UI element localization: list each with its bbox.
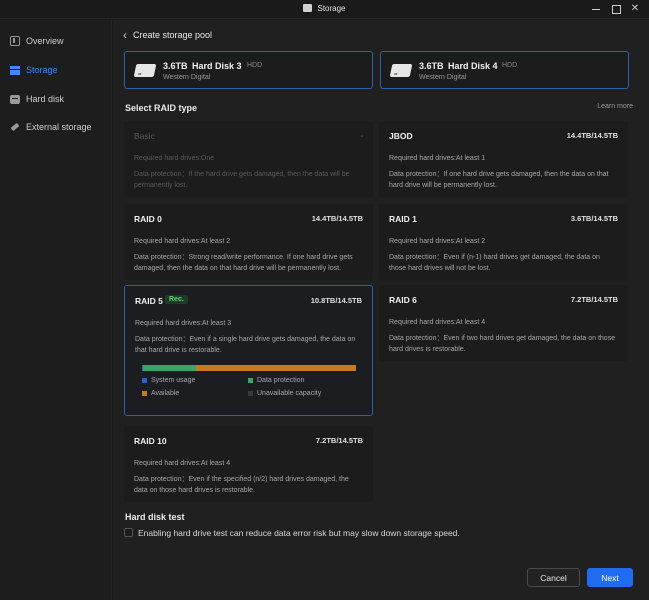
legend-data-protection: Data protection — [248, 377, 304, 384]
hard-disk-test-checkbox[interactable] — [124, 528, 133, 537]
hard-drive-icon — [389, 64, 413, 77]
storage-icon — [10, 65, 20, 75]
hard-disk-test-label[interactable]: Enabling hard drive test can reduce data… — [138, 528, 460, 538]
raid-required: Required hard drives:At least 1 — [389, 155, 486, 162]
sidebar-item-overview[interactable]: Overview — [0, 30, 112, 52]
disk-capacity: 3.6TB — [163, 61, 188, 71]
raid-name: JBOD — [389, 131, 413, 141]
raid-protection: Data protection：Even if two hard drives … — [389, 335, 616, 353]
cancel-button[interactable]: Cancel — [527, 568, 580, 587]
legend-swatch — [248, 391, 253, 396]
sidebar-item-label: Hard disk — [26, 94, 65, 104]
raid-required: Required hard drives:One — [134, 155, 215, 162]
raid-required: Required hard drives:At least 2 — [389, 238, 486, 245]
window-title: Storage — [0, 4, 649, 13]
disk-type: HDD — [502, 62, 518, 69]
raid-capacity: 3.6TB/14.5TB — [570, 214, 618, 223]
sidebar-item-external-storage[interactable]: External storage — [0, 116, 112, 138]
sidebar-item-storage[interactable]: Storage — [0, 59, 112, 81]
sidebar-item-label: Storage — [26, 65, 58, 75]
legend-label: Data protection — [257, 377, 305, 384]
page-title: Create storage pool — [133, 30, 213, 40]
raid-name: RAID 6 — [389, 295, 417, 305]
raid-required: Required hard drives:At least 4 — [389, 319, 486, 326]
sidebar: Overview Storage Hard disk External stor… — [0, 20, 112, 600]
disk-card-hard-disk-4[interactable]: 3.6TB Hard Disk 4 HDD Western Digital — [380, 51, 629, 89]
raid-name: RAID 10 — [134, 436, 167, 446]
raid-capacity: 10.8TB/14.5TB — [310, 296, 362, 305]
raid-required: Required hard drives:At least 3 — [135, 320, 232, 327]
title-bar: Storage ✕ — [0, 0, 649, 19]
raid-capacity: 7.2TB/14.5TB — [315, 436, 363, 445]
raid-protection: Data protection：If the hard drive gets d… — [134, 171, 350, 189]
main-content: ‹ Create storage pool 3.6TB Hard Disk 3 … — [113, 20, 649, 600]
window-title-text: Storage — [317, 4, 346, 13]
raid-required: Required hard drives:At least 2 — [134, 238, 231, 245]
back-chevron-icon[interactable]: ‹ — [123, 29, 127, 41]
raid-card-raid-5[interactable]: RAID 5 Rec. 10.8TB/14.5TB Required hard … — [124, 285, 373, 416]
legend-system-usage: System usage — [142, 377, 195, 384]
legend-swatch — [142, 378, 147, 383]
legend-label: Unavailable capacity — [257, 390, 322, 397]
raid-capacity: - — [360, 131, 364, 140]
sidebar-item-label: External storage — [26, 122, 92, 132]
raid-name: RAID 5 — [135, 296, 163, 306]
raid-protection: Data protection：Even if (n-1) hard drive… — [389, 254, 600, 272]
raid-card-basic: Basic - Required hard drives:One Data pr… — [124, 121, 373, 197]
disk-maker: Western Digital — [163, 74, 211, 81]
raid-capacity: 14.4TB/14.5TB — [566, 131, 618, 140]
raid-name: RAID 1 — [389, 214, 417, 224]
raid-required: Required hard drives:At least 4 — [134, 460, 231, 467]
capacity-bar-protection — [143, 365, 196, 371]
raid-card-jbod[interactable]: JBOD 14.4TB/14.5TB Required hard drives:… — [379, 121, 628, 197]
raid-card-raid-10[interactable]: RAID 10 7.2TB/14.5TB Required hard drive… — [124, 426, 373, 502]
minimize-button[interactable] — [590, 3, 602, 15]
external-storage-icon — [8, 120, 22, 134]
disk-type: HDD — [247, 62, 263, 69]
legend-available: Available — [142, 390, 179, 397]
disk-capacity: 3.6TB — [419, 61, 444, 71]
raid-card-raid-0[interactable]: RAID 0 14.4TB/14.5TB Required hard drive… — [124, 204, 373, 280]
legend-swatch — [142, 391, 147, 396]
hard-drive-icon — [133, 64, 157, 77]
storage-app-icon — [303, 4, 313, 12]
sidebar-item-hard-disk[interactable]: Hard disk — [0, 88, 112, 110]
maximize-button[interactable] — [610, 3, 622, 15]
sidebar-item-label: Overview — [26, 36, 64, 46]
legend-swatch — [248, 378, 253, 383]
disk-maker: Western Digital — [419, 74, 467, 81]
disk-card-hard-disk-3[interactable]: 3.6TB Hard Disk 3 HDD Western Digital — [124, 51, 373, 89]
legend-label: System usage — [151, 377, 196, 384]
raid-capacity: 14.4TB/14.5TB — [311, 214, 363, 223]
legend-label: Available — [151, 390, 180, 397]
raid-name: Basic — [134, 131, 155, 141]
close-button[interactable]: ✕ — [629, 3, 641, 15]
raid-protection: Data protection：If one hard drive gets d… — [389, 171, 609, 189]
hard-disk-icon — [10, 94, 20, 104]
raid-protection: Data protection：Even if the specified (n… — [134, 476, 349, 494]
overview-icon — [10, 36, 20, 46]
raid-section-title: Select RAID type — [125, 103, 198, 113]
page-header: ‹ Create storage pool — [123, 29, 213, 41]
raid-protection: Data protection：Even if a single hard dr… — [135, 336, 356, 354]
recommended-badge: Rec. — [165, 295, 188, 304]
disk-name: Hard Disk 4 — [448, 61, 498, 71]
raid-card-raid-6[interactable]: RAID 6 7.2TB/14.5TB Required hard drives… — [379, 285, 628, 361]
hard-disk-test-title: Hard disk test — [125, 512, 185, 522]
capacity-bar-available — [196, 365, 356, 371]
capacity-bar — [142, 365, 356, 371]
next-button[interactable]: Next — [587, 568, 633, 587]
raid-protection: Data protection：Strong read/write perfor… — [134, 254, 353, 272]
legend-unavailable: Unavailable capacity — [248, 390, 321, 397]
learn-more-link[interactable]: Learn more — [597, 103, 633, 110]
disk-name: Hard Disk 3 — [192, 61, 242, 71]
raid-name: RAID 0 — [134, 214, 162, 224]
raid-card-raid-1[interactable]: RAID 1 3.6TB/14.5TB Required hard drives… — [379, 204, 628, 280]
raid-capacity: 7.2TB/14.5TB — [570, 295, 618, 304]
